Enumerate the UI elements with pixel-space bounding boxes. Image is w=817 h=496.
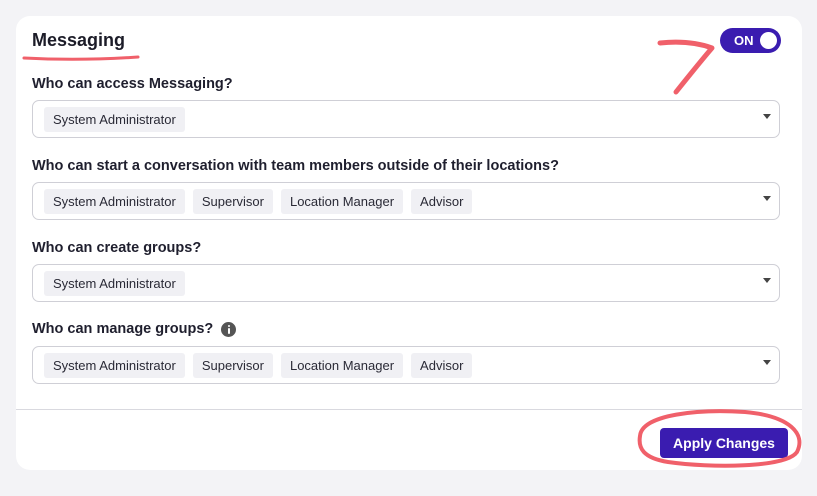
chip-location-manager[interactable]: Location Manager: [280, 188, 404, 214]
question-manage-groups: Who can manage groups?: [32, 321, 237, 337]
chip-supervisor[interactable]: Supervisor: [192, 188, 273, 214]
start-conversation-select[interactable]: System Administrator Supervisor Location…: [32, 182, 780, 220]
toggle-label: ON: [734, 33, 754, 48]
chip-system-administrator[interactable]: System Administrator: [44, 352, 185, 378]
chevron-down-icon[interactable]: [763, 114, 771, 119]
apply-changes-button[interactable]: Apply Changes: [660, 428, 788, 458]
info-icon[interactable]: [221, 321, 237, 337]
footer-divider: [16, 409, 802, 410]
chip-system-administrator[interactable]: System Administrator: [44, 106, 185, 132]
manage-groups-select[interactable]: System Administrator Supervisor Location…: [32, 346, 780, 384]
question-label: Who can access Messaging?: [32, 76, 233, 92]
chevron-down-icon[interactable]: [763, 278, 771, 283]
chip-location-manager[interactable]: Location Manager: [280, 352, 404, 378]
chip-system-administrator[interactable]: System Administrator: [44, 270, 185, 296]
question-create-groups: Who can create groups?: [32, 240, 201, 256]
access-messaging-select[interactable]: System Administrator: [32, 100, 780, 138]
chevron-down-icon[interactable]: [763, 360, 771, 365]
question-label: Who can manage groups?: [32, 321, 214, 337]
question-access-messaging: Who can access Messaging?: [32, 76, 233, 92]
chevron-down-icon[interactable]: [763, 196, 771, 201]
question-start-conversation: Who can start a conversation with team m…: [32, 158, 559, 174]
question-label: Who can create groups?: [32, 240, 202, 256]
chip-advisor[interactable]: Advisor: [411, 188, 473, 214]
messaging-toggle[interactable]: ON: [720, 28, 781, 53]
question-label: Who can start a conversation with team m…: [32, 158, 559, 174]
chip-supervisor[interactable]: Supervisor: [192, 352, 273, 378]
toggle-knob: [760, 32, 777, 49]
chip-advisor[interactable]: Advisor: [411, 352, 473, 378]
chip-system-administrator[interactable]: System Administrator: [44, 188, 185, 214]
messaging-settings-card: Messaging ON Who can access Messaging? S…: [16, 16, 802, 470]
create-groups-select[interactable]: System Administrator: [32, 264, 780, 302]
section-title: Messaging: [32, 30, 126, 50]
